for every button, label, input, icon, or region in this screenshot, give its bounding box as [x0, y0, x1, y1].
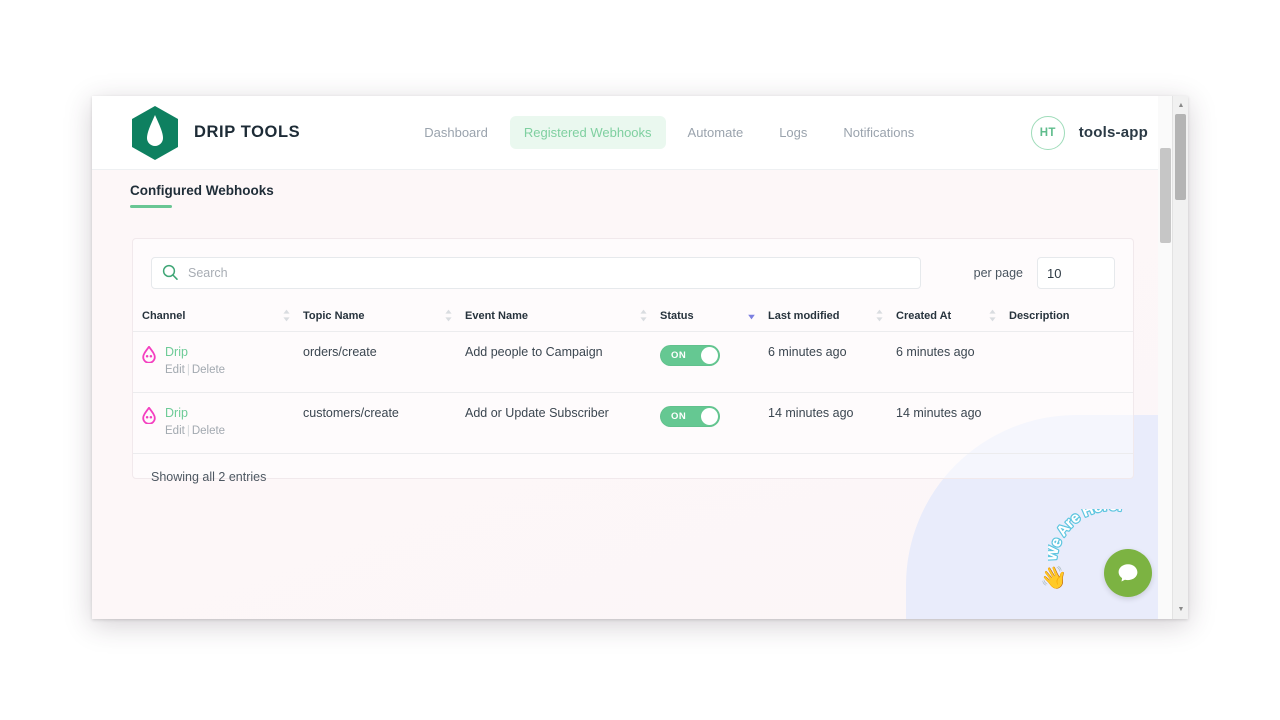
chat-bubble-button[interactable]	[1104, 549, 1152, 597]
column-header-description: Description	[1009, 302, 1133, 332]
cell-created-at: 14 minutes ago	[896, 392, 1009, 454]
column-header-last-modified-label: Last modified	[768, 309, 840, 322]
chat-widget[interactable]: We Are Here! We Are Here! 👋	[1038, 506, 1158, 601]
sort-icon-last-modified	[876, 309, 883, 322]
nav-item-notifications[interactable]: Notifications	[829, 116, 928, 149]
column-header-topic-name[interactable]: Topic Name	[303, 302, 465, 332]
top-navigation-bar: DRIP TOOLS Dashboard Registered Webhooks…	[92, 96, 1188, 170]
browser-window: DRIP TOOLS Dashboard Registered Webhooks…	[92, 96, 1188, 619]
inner-scrollbar[interactable]	[1158, 96, 1172, 619]
per-page-input[interactable]	[1037, 257, 1115, 289]
column-header-created-at[interactable]: Created At	[896, 302, 1009, 332]
card-toolbar: per page	[133, 239, 1133, 289]
nav-item-logs[interactable]: Logs	[765, 116, 821, 149]
column-header-channel-label: Channel	[142, 309, 186, 322]
user-menu[interactable]: HT tools-app	[1030, 115, 1148, 150]
delete-link[interactable]: Delete	[192, 425, 225, 437]
status-toggle-label: ON	[671, 411, 687, 422]
column-header-description-label: Description	[1009, 309, 1070, 322]
drip-droplet-icon	[142, 346, 156, 363]
waving-hand-icon: 👋	[1040, 565, 1068, 590]
drip-hexagon-logo-icon	[132, 105, 178, 160]
main-nav: Dashboard Registered Webhooks Automate L…	[410, 116, 928, 149]
edit-link[interactable]: Edit	[165, 425, 185, 437]
status-toggle[interactable]: ON	[660, 345, 720, 366]
nav-item-dashboard[interactable]: Dashboard	[410, 116, 502, 149]
status-toggle-knob	[701, 408, 718, 425]
tab-configured-webhooks[interactable]: Configured Webhooks	[130, 183, 274, 208]
search-icon	[162, 264, 178, 280]
cell-description	[1009, 392, 1133, 454]
brand[interactable]: DRIP TOOLS	[130, 105, 301, 160]
sort-icon-topic-name	[445, 309, 452, 322]
cell-event-name: Add people to Campaign	[465, 331, 660, 393]
table-row: Drip Edit | Delete orders/create Add peopl…	[133, 331, 1133, 393]
search-input[interactable]	[151, 257, 921, 289]
cell-channel: Drip Edit | Delete	[133, 331, 303, 393]
sort-icon-event-name	[640, 309, 647, 322]
scrollbar-up-arrow[interactable]: ▲	[1173, 98, 1188, 113]
cell-event-name: Add or Update Subscriber	[465, 392, 660, 454]
table-row: Drip Edit | Delete customers/create Add or…	[133, 392, 1133, 454]
nav-item-registered-webhooks[interactable]: Registered Webhooks	[509, 116, 666, 149]
column-header-event-name[interactable]: Event Name	[465, 302, 660, 332]
row-actions: Edit | Delete	[165, 424, 225, 438]
column-header-channel[interactable]: Channel	[133, 302, 303, 332]
cell-topic-name: orders/create	[303, 331, 465, 393]
column-header-topic-name-label: Topic Name	[303, 309, 365, 322]
sort-icon-created-at	[989, 309, 996, 322]
cell-last-modified: 14 minutes ago	[768, 392, 896, 454]
sort-icon-channel	[283, 309, 290, 322]
per-page-label: per page	[973, 266, 1023, 280]
status-toggle-knob	[701, 347, 718, 364]
brand-name: DRIP TOOLS	[194, 123, 301, 141]
column-header-status-label: Status	[660, 309, 694, 322]
webhooks-table: Channel Topic Name Event Name Status Las…	[133, 302, 1133, 454]
section-tabs: Configured Webhooks	[130, 182, 274, 208]
cell-channel: Drip Edit | Delete	[133, 392, 303, 454]
column-header-created-at-label: Created At	[896, 309, 952, 322]
per-page-control: per page	[974, 257, 1115, 289]
nav-item-automate[interactable]: Automate	[674, 116, 758, 149]
webhooks-card: per page Channel	[132, 238, 1134, 484]
inner-scrollbar-thumb[interactable]	[1160, 148, 1171, 243]
scrollbar-down-arrow[interactable]: ▼	[1173, 602, 1188, 617]
entries-count: Showing all 2 entries	[151, 470, 267, 484]
cell-status: ON	[660, 331, 768, 393]
tab-active-underline	[130, 205, 172, 208]
cell-topic-name: customers/create	[303, 392, 465, 454]
row-actions: Edit | Delete	[165, 363, 225, 377]
window-scrollbar-thumb[interactable]	[1175, 114, 1186, 200]
search-wrapper	[151, 257, 921, 289]
status-toggle-label: ON	[671, 350, 687, 361]
window-scrollbar[interactable]: ▲ ▼	[1172, 96, 1188, 619]
action-separator: |	[186, 364, 190, 376]
cell-status: ON	[660, 392, 768, 454]
channel-name[interactable]: Drip	[165, 345, 225, 360]
action-separator: |	[186, 425, 190, 437]
column-header-last-modified[interactable]: Last modified	[768, 302, 896, 332]
chat-bubble-icon	[1118, 564, 1138, 582]
cell-description	[1009, 331, 1133, 393]
sort-icon-status-desc	[748, 314, 755, 320]
status-toggle[interactable]: ON	[660, 406, 720, 427]
cell-last-modified: 6 minutes ago	[768, 331, 896, 393]
column-header-event-name-label: Event Name	[465, 309, 528, 322]
delete-link[interactable]: Delete	[192, 364, 225, 376]
edit-link[interactable]: Edit	[165, 364, 185, 376]
column-header-status[interactable]: Status	[660, 302, 768, 332]
tab-configured-webhooks-label: Configured Webhooks	[130, 183, 274, 198]
drip-droplet-icon	[142, 407, 156, 424]
cell-created-at: 6 minutes ago	[896, 331, 1009, 393]
user-name: tools-app	[1078, 124, 1148, 141]
table-header-row: Channel Topic Name Event Name Status Las…	[133, 302, 1133, 332]
avatar: HT	[1030, 115, 1065, 150]
channel-name[interactable]: Drip	[165, 406, 225, 421]
